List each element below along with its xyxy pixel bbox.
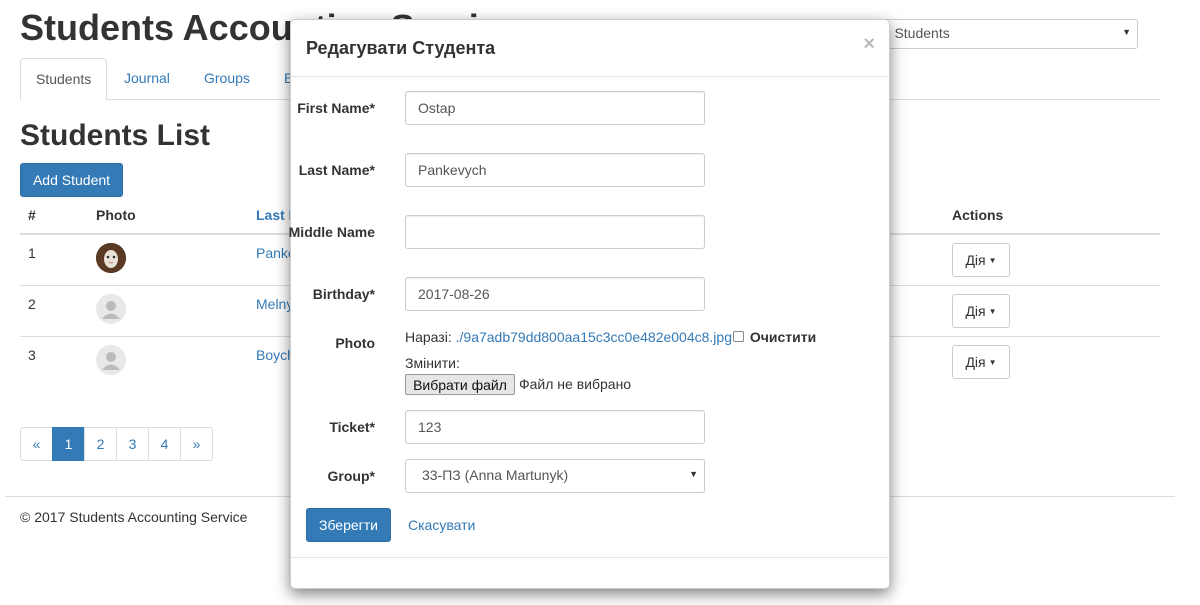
- save-button[interactable]: Зберегти: [306, 508, 391, 542]
- tab-students[interactable]: Students: [20, 58, 108, 101]
- group-selector[interactable]: All Students ▼: [848, 19, 1138, 49]
- page-4[interactable]: 4: [148, 427, 181, 461]
- page-2[interactable]: 2: [84, 427, 117, 461]
- ticket-label: Ticket*: [329, 419, 375, 435]
- birthday-label: Birthday*: [312, 286, 375, 302]
- middle-name-label: Middle Name: [288, 224, 375, 240]
- clear-photo-label: Очистити: [749, 329, 817, 345]
- tab-groups[interactable]: Groups: [189, 58, 265, 100]
- photo-change-label: Змінити:: [405, 355, 460, 371]
- no-file-text: Файл не вибрано: [519, 376, 632, 392]
- row-actions-dropdown[interactable]: Дія ▼: [952, 294, 1010, 328]
- tab-journal[interactable]: Journal: [109, 58, 185, 100]
- page-prev[interactable]: «: [20, 427, 53, 461]
- page-next[interactable]: »: [180, 427, 213, 461]
- first-name-field[interactable]: [405, 91, 705, 125]
- row-actions-label: Дія: [965, 252, 986, 268]
- row-number: 3: [28, 347, 36, 363]
- caret-down-icon: ▼: [988, 256, 997, 265]
- last-name-field[interactable]: [405, 153, 705, 187]
- modal-title: Редагувати Студента: [306, 38, 496, 58]
- column-header-actions: Actions: [952, 207, 1004, 223]
- middle-name-field[interactable]: [405, 215, 705, 249]
- add-student-button[interactable]: Add Student: [20, 163, 123, 197]
- photo-label: Photo: [335, 335, 375, 351]
- footer-text: © 2017 Students Accounting Service: [20, 509, 248, 525]
- close-icon[interactable]: ×: [863, 34, 875, 54]
- group-select-value: 33-ПЗ (Anna Martunyk): [422, 467, 569, 483]
- clear-photo-checkbox[interactable]: [733, 331, 744, 342]
- chevron-down-icon: ▼: [1122, 27, 1131, 37]
- first-name-label: First Name*: [297, 100, 375, 116]
- avatar: [96, 345, 126, 375]
- last-name-label: Last Name*: [298, 162, 375, 178]
- ticket-field[interactable]: [405, 410, 705, 444]
- row-actions-label: Дія: [965, 303, 986, 319]
- group-select[interactable]: 33-ПЗ (Anna Martunyk) ▼: [405, 459, 705, 493]
- photo-current: Наразі: ./9a7adb79dd800aa15c3cc0e482e004…: [405, 329, 816, 345]
- row-number: 1: [28, 245, 36, 261]
- modal-header: Редагувати Студента ×: [291, 20, 889, 77]
- row-actions-dropdown[interactable]: Дія ▼: [952, 243, 1010, 277]
- pagination: « 1 2 3 4 »: [20, 427, 213, 461]
- caret-down-icon: ▼: [988, 307, 997, 316]
- avatar: [96, 294, 126, 324]
- avatar: [96, 243, 126, 273]
- birthday-field[interactable]: [405, 277, 705, 311]
- modal-footer-divider: [291, 557, 889, 558]
- chevron-down-icon: ▼: [689, 469, 698, 479]
- row-actions-label: Дія: [965, 354, 986, 370]
- cancel-link[interactable]: Скасувати: [408, 517, 475, 533]
- row-number: 2: [28, 296, 36, 312]
- page-title: Students List: [20, 119, 211, 152]
- choose-file-button[interactable]: Вибрати файл: [405, 374, 515, 395]
- photo-current-file-link[interactable]: ./9a7adb79dd800aa15c3cc0e482e004c8.jpg: [456, 329, 732, 345]
- caret-down-icon: ▼: [988, 358, 997, 367]
- edit-student-modal: Редагувати Студента × First Name* Last N…: [289, 19, 890, 589]
- page-3[interactable]: 3: [116, 427, 149, 461]
- page-1[interactable]: 1: [52, 427, 85, 461]
- group-label: Group*: [327, 468, 375, 484]
- column-header-photo: Photo: [96, 207, 136, 223]
- row-actions-dropdown[interactable]: Дія ▼: [952, 345, 1010, 379]
- column-header-num: #: [28, 207, 36, 223]
- photo-current-prefix: Наразі:: [405, 329, 452, 345]
